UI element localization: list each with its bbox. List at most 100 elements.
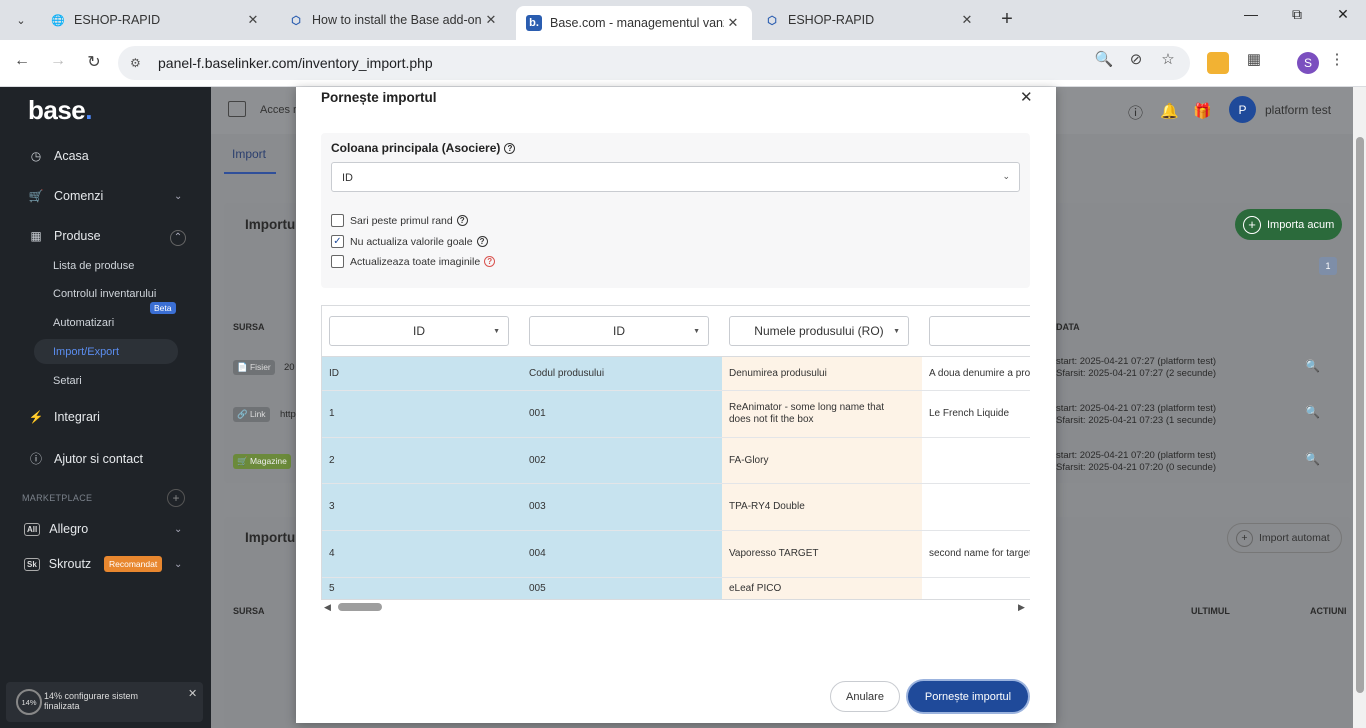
- search-icon[interactable]: 🔍: [1305, 452, 1320, 466]
- browser-tab-4[interactable]: ⬡ ESHOP-RAPID ✕: [754, 4, 986, 36]
- checkbox[interactable]: [331, 214, 344, 227]
- user-avatar[interactable]: P: [1229, 96, 1256, 123]
- eye-off-icon[interactable]: ⊘: [1125, 50, 1147, 68]
- close-icon[interactable]: ✕: [724, 15, 742, 31]
- sidebar: base. ◷ Acasa 🛒 Comenzi ⌄ ▦ Produse ⌃ Li…: [0, 87, 211, 728]
- gauge-icon: ◷: [30, 149, 42, 163]
- sidebar-subitem-setari[interactable]: Setari: [53, 375, 82, 387]
- add-marketplace-button[interactable]: +: [167, 489, 185, 507]
- col-header-actions: ACTIUNI: [1310, 606, 1347, 616]
- page-scrollbar-thumb[interactable]: [1356, 137, 1364, 693]
- column-select[interactable]: ID ▼: [529, 316, 709, 346]
- user-name[interactable]: platform test: [1265, 103, 1331, 117]
- column-select[interactable]: [929, 316, 1030, 346]
- close-icon[interactable]: ✕: [958, 12, 976, 28]
- main-column-select[interactable]: ID ⌄: [331, 162, 1020, 192]
- grid-cell: Codul produsului: [522, 357, 722, 391]
- close-window-button[interactable]: ✕: [1328, 6, 1358, 23]
- sidebar-item-acasa[interactable]: ◷ Acasa: [28, 149, 89, 163]
- checkbox[interactable]: [331, 255, 344, 268]
- sidebar-item-allegro[interactable]: All Allegro ⌄: [24, 522, 188, 536]
- close-icon[interactable]: ✕: [244, 12, 262, 28]
- auto-import-button[interactable]: + Import automat: [1227, 523, 1342, 553]
- browser-tab-3[interactable]: b. Base.com - managementul vanz ✕: [516, 6, 752, 40]
- mapping-column: ID ▼ ID 1 2 3 4 5: [322, 306, 522, 599]
- skip-first-row-checkbox[interactable]: Sari peste primul rand ?: [331, 214, 468, 227]
- chevron-down-icon: ⌄: [16, 14, 26, 27]
- arrow-left-icon: ←: [14, 52, 30, 69]
- restore-button[interactable]: ⧉: [1282, 6, 1312, 23]
- browser-tab-2[interactable]: ⬡ How to install the Base add-on ✕: [278, 4, 510, 36]
- help-icon[interactable]: ⓘ: [1128, 102, 1143, 123]
- grid-cell: 002: [522, 438, 722, 484]
- column-select[interactable]: ID ▼: [329, 316, 509, 346]
- column-select[interactable]: Numele produsului (RO) ▼: [729, 316, 909, 346]
- browser-tab-1[interactable]: 🌐 ESHOP-RAPID ✕: [40, 4, 272, 36]
- grid-cell: [922, 438, 1030, 484]
- grid-cell: Le French Liquide: [922, 391, 1030, 438]
- base-logo[interactable]: base.: [28, 95, 92, 126]
- scroll-right-icon[interactable]: ▶: [1018, 602, 1025, 613]
- site-settings-icon[interactable]: ⚙: [130, 56, 148, 70]
- checkbox-checked[interactable]: ✓: [331, 235, 344, 248]
- sidebar-subitem-import-export[interactable]: Import/Export: [53, 346, 119, 358]
- config-progress[interactable]: 14% 14% configurare sistem finalizata ✕: [6, 682, 203, 722]
- search-icon[interactable]: 🔍: [1305, 359, 1320, 373]
- scroll-left-icon[interactable]: ◀: [324, 602, 331, 613]
- grid-cell: 3: [322, 484, 522, 531]
- sidebar-item-integrari[interactable]: ⚡ Integrari: [28, 410, 100, 424]
- close-icon[interactable]: ✕: [482, 12, 500, 28]
- cancel-button[interactable]: Anulare: [830, 681, 900, 712]
- profile-avatar[interactable]: S: [1297, 52, 1319, 74]
- sidebar-subitem-inventar[interactable]: Controlul inventarului: [53, 288, 156, 300]
- plug-icon: ⚡: [28, 410, 44, 424]
- scrollbar-thumb[interactable]: [338, 603, 382, 611]
- url-text[interactable]: panel-f.baselinker.com/inventory_import.…: [158, 55, 433, 71]
- extension-icon[interactable]: [1207, 52, 1229, 74]
- new-tab-button[interactable]: +: [995, 8, 1019, 31]
- back-button[interactable]: ←: [10, 52, 34, 70]
- sidebar-item-produse[interactable]: ▦ Produse ⌃: [28, 229, 188, 246]
- column-head: ID ▼: [322, 306, 522, 357]
- sidebar-item-ajutor[interactable]: ⓘ Ajutor si contact: [28, 450, 143, 467]
- globe-icon: 🌐: [51, 14, 65, 27]
- help-icon[interactable]: ?: [476, 236, 488, 247]
- hexagon-icon: ⬡: [767, 14, 777, 27]
- grid-cell: eLeaf PICO: [722, 578, 922, 599]
- help-icon[interactable]: ?: [484, 256, 496, 267]
- puzzle-icon[interactable]: ▦: [1243, 50, 1265, 68]
- grid-horizontal-scrollbar[interactable]: ◀ ▶: [321, 600, 1030, 614]
- bookmark-star-icon[interactable]: ☆: [1157, 50, 1179, 68]
- import-now-button[interactable]: + Importa acum: [1235, 209, 1342, 240]
- more-menu-icon[interactable]: ⋮: [1326, 50, 1348, 68]
- zoom-icon[interactable]: 🔍: [1093, 50, 1115, 68]
- forward-button[interactable]: →: [46, 52, 70, 70]
- reload-icon: ↻: [87, 54, 101, 71]
- sidebar-toggle-icon[interactable]: [228, 101, 246, 117]
- pagination-page[interactable]: 1: [1319, 257, 1337, 275]
- help-icon[interactable]: ?: [456, 215, 468, 226]
- sidebar-subitem-automatizari[interactable]: Automatizari: [53, 317, 114, 329]
- config-text: 14% configurare sistem finalizata: [44, 691, 139, 711]
- sidebar-item-comenzi[interactable]: 🛒 Comenzi ⌄: [28, 189, 188, 203]
- tab-search-button[interactable]: ⌄: [8, 7, 34, 33]
- omnibox[interactable]: ⚙ panel-f.baselinker.com/inventory_impor…: [118, 46, 1190, 80]
- grid-cell: 5: [322, 578, 522, 599]
- start-import-button[interactable]: Pornește importul: [908, 681, 1028, 712]
- gift-icon[interactable]: 🎁: [1193, 102, 1212, 120]
- close-icon[interactable]: ✕: [1020, 88, 1033, 106]
- close-icon[interactable]: ✕: [188, 687, 197, 700]
- update-all-images-checkbox[interactable]: Actualizeaza toate imaginile ?: [331, 255, 496, 268]
- grid-cell: ReAnimator - some long name that does no…: [722, 391, 922, 438]
- minimize-button[interactable]: —: [1236, 6, 1266, 22]
- tab-import[interactable]: Import: [232, 147, 266, 161]
- reload-button[interactable]: ↻: [82, 52, 106, 72]
- bell-icon[interactable]: 🔔: [1160, 102, 1179, 120]
- sidebar-subitem-lista[interactable]: Lista de produse: [53, 260, 134, 272]
- help-icon[interactable]: ?: [504, 142, 516, 154]
- search-icon[interactable]: 🔍: [1305, 405, 1320, 419]
- help-icon: ⓘ: [29, 452, 42, 466]
- link-icon: 🔗: [237, 409, 248, 419]
- skip-empty-values-checkbox[interactable]: ✓ Nu actualiza valorile goale ?: [331, 235, 488, 248]
- plus-icon: +: [1001, 8, 1013, 30]
